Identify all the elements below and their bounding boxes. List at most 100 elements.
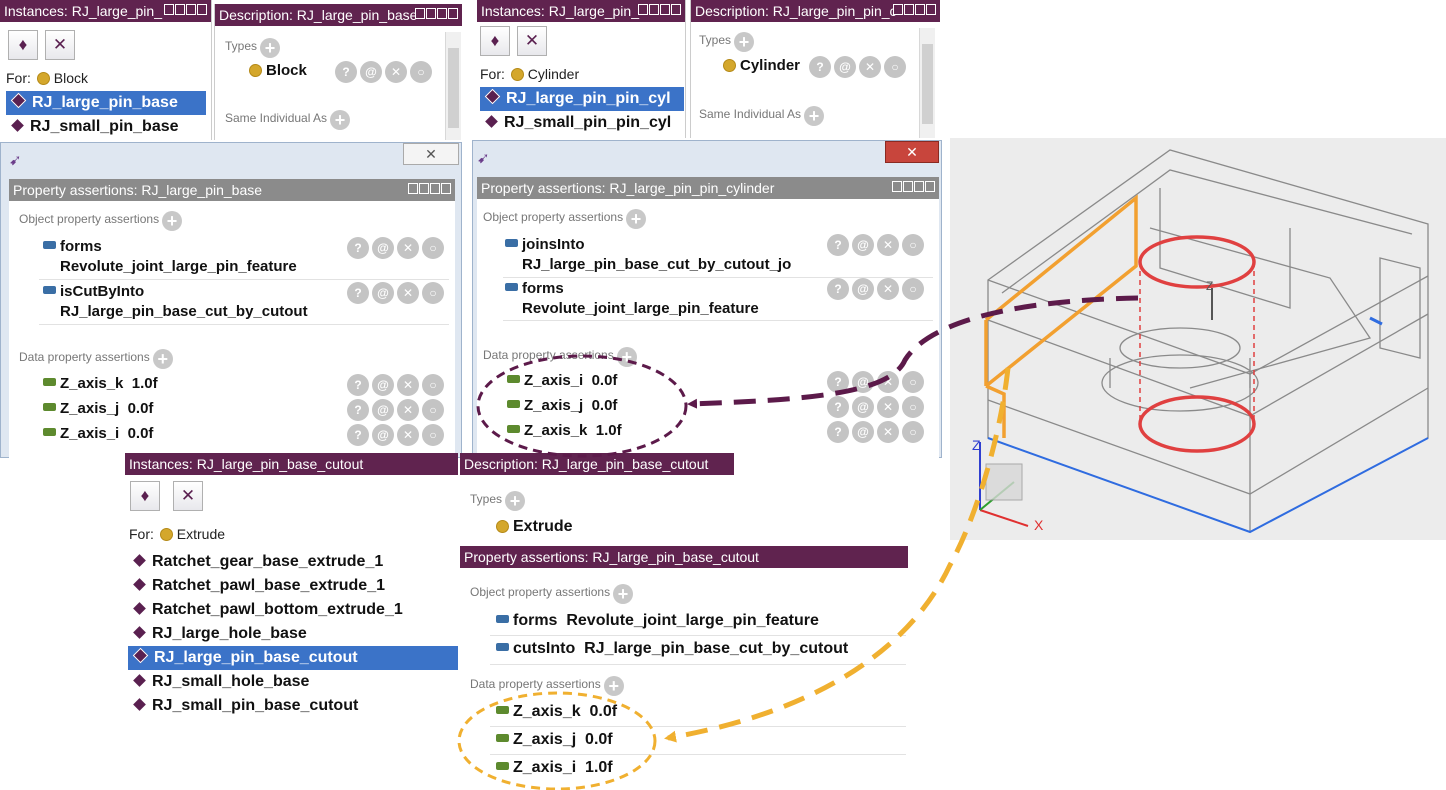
edit-icon[interactable]: ○ xyxy=(902,421,924,443)
maximize-icon[interactable] xyxy=(186,4,196,15)
minimize-icon[interactable] xyxy=(903,181,913,192)
maximize-icon[interactable] xyxy=(660,4,670,15)
annotate-icon[interactable]: @ xyxy=(372,424,394,446)
plus-icon[interactable]: + xyxy=(613,584,634,604)
list-item[interactable]: Ratchet_pawl_bottom_extrude_1 xyxy=(128,598,458,622)
list-item[interactable]: Ratchet_pawl_base_extrude_1 xyxy=(128,574,458,598)
plus-icon[interactable]: + xyxy=(162,211,183,231)
minimize-icon[interactable] xyxy=(649,4,659,15)
plus-icon[interactable]: + xyxy=(330,110,351,130)
delete-icon[interactable]: ✕ xyxy=(877,371,899,393)
edit-icon[interactable]: ○ xyxy=(422,399,444,421)
annotate-icon[interactable]: @ xyxy=(372,282,394,304)
restore-icon[interactable] xyxy=(893,4,903,15)
vertical-scrollbar[interactable] xyxy=(919,28,935,138)
scrollbar-thumb[interactable] xyxy=(922,44,933,124)
plus-icon[interactable]: + xyxy=(603,676,624,696)
annotate-icon[interactable]: @ xyxy=(360,61,382,83)
delete-individual-button[interactable]: ✕ xyxy=(173,481,203,511)
data-prop-row[interactable]: Z_axis_k 1.0f xyxy=(43,375,158,392)
annotate-icon[interactable]: @ xyxy=(372,237,394,259)
close-icon[interactable] xyxy=(197,4,207,15)
object-prop-row[interactable]: forms Revolute_joint_large_pin_feature xyxy=(505,279,759,319)
list-item[interactable]: RJ_large_hole_base xyxy=(128,622,458,646)
annotate-icon[interactable]: @ xyxy=(852,396,874,418)
delete-icon[interactable]: ✕ xyxy=(397,237,419,259)
close-icon[interactable] xyxy=(926,4,936,15)
list-item[interactable]: RJ_small_pin_base_cutout xyxy=(128,694,458,718)
explain-icon[interactable]: ? xyxy=(827,396,849,418)
minimize-icon[interactable] xyxy=(904,4,914,15)
delete-icon[interactable]: ✕ xyxy=(877,278,899,300)
list-item[interactable]: RJ_small_pin_base xyxy=(6,115,206,139)
list-item[interactable]: RJ_large_pin_base_cutout xyxy=(128,646,458,670)
data-prop-row[interactable]: Z_axis_j 0.0f xyxy=(496,731,613,749)
restore-icon[interactable] xyxy=(892,181,902,192)
data-prop-row[interactable]: Z_axis_i 0.0f xyxy=(43,425,153,442)
explain-icon[interactable]: ? xyxy=(347,399,369,421)
scrollbar-thumb[interactable] xyxy=(448,48,459,128)
delete-icon[interactable]: ✕ xyxy=(859,56,881,78)
annotate-icon[interactable]: @ xyxy=(852,371,874,393)
edit-icon[interactable]: ○ xyxy=(902,396,924,418)
edit-icon[interactable]: ○ xyxy=(902,278,924,300)
window-close-button[interactable]: ✕ xyxy=(885,141,939,163)
explain-icon[interactable]: ? xyxy=(827,278,849,300)
explain-icon[interactable]: ? xyxy=(347,282,369,304)
object-prop-row[interactable]: forms Revolute_joint_large_pin_feature xyxy=(43,237,297,277)
maximize-icon[interactable] xyxy=(914,181,924,192)
edit-icon[interactable]: ○ xyxy=(902,371,924,393)
explain-icon[interactable]: ? xyxy=(335,61,357,83)
add-individual-button[interactable]: ♦ xyxy=(8,30,38,60)
object-prop-row[interactable]: joinsInto RJ_large_pin_base_cut_by_cutout… xyxy=(505,235,791,275)
plus-icon[interactable]: + xyxy=(505,491,526,511)
list-item[interactable]: RJ_large_pin_pin_cyl xyxy=(480,87,684,111)
object-prop-row[interactable]: cutsInto RJ_large_pin_base_cut_by_cutout xyxy=(496,640,848,658)
plus-icon[interactable]: + xyxy=(260,38,281,58)
close-icon[interactable] xyxy=(925,181,935,192)
restore-icon[interactable] xyxy=(638,4,648,15)
delete-icon[interactable]: ✕ xyxy=(397,399,419,421)
delete-icon[interactable]: ✕ xyxy=(877,421,899,443)
plus-icon[interactable]: + xyxy=(626,209,647,229)
close-icon[interactable] xyxy=(671,4,681,15)
annotate-icon[interactable]: @ xyxy=(834,56,856,78)
restore-icon[interactable] xyxy=(164,4,174,15)
object-prop-row[interactable]: forms Revolute_joint_large_pin_feature xyxy=(496,612,819,630)
plus-icon[interactable]: + xyxy=(804,106,825,126)
edit-icon[interactable]: ○ xyxy=(902,234,924,256)
annotate-icon[interactable]: @ xyxy=(372,374,394,396)
edit-icon[interactable]: ○ xyxy=(422,374,444,396)
close-icon[interactable] xyxy=(441,183,451,194)
list-item[interactable]: RJ_large_pin_base xyxy=(6,91,206,115)
delete-individual-button[interactable]: ✕ xyxy=(45,30,75,60)
edit-icon[interactable]: ○ xyxy=(422,424,444,446)
close-icon[interactable] xyxy=(448,8,458,19)
object-prop-row[interactable]: isCutByInto RJ_large_pin_base_cut_by_cuto… xyxy=(43,282,308,322)
list-item[interactable]: RJ_small_pin_pin_cyl xyxy=(480,111,684,135)
explain-icon[interactable]: ? xyxy=(809,56,831,78)
annotate-icon[interactable]: @ xyxy=(852,234,874,256)
explain-icon[interactable]: ? xyxy=(827,371,849,393)
restore-icon[interactable] xyxy=(415,8,425,19)
explain-icon[interactable]: ? xyxy=(347,424,369,446)
explain-icon[interactable]: ? xyxy=(347,374,369,396)
explain-icon[interactable]: ? xyxy=(827,234,849,256)
annotate-icon[interactable]: @ xyxy=(852,278,874,300)
add-individual-button[interactable]: ♦ xyxy=(480,26,510,56)
delete-icon[interactable]: ✕ xyxy=(397,282,419,304)
minimize-icon[interactable] xyxy=(419,183,429,194)
delete-icon[interactable]: ✕ xyxy=(397,374,419,396)
plus-icon[interactable]: + xyxy=(152,349,173,369)
annotate-icon[interactable]: @ xyxy=(372,399,394,421)
edit-icon[interactable]: ○ xyxy=(410,61,432,83)
cad-viewport[interactable]: Z Z X xyxy=(950,138,1446,540)
delete-individual-button[interactable]: ✕ xyxy=(517,26,547,56)
data-prop-row[interactable]: Z_axis_k 0.0f xyxy=(496,703,617,721)
delete-icon[interactable]: ✕ xyxy=(877,234,899,256)
add-individual-button[interactable]: ♦ xyxy=(130,481,160,511)
minimize-icon[interactable] xyxy=(426,8,436,19)
restore-icon[interactable] xyxy=(408,183,418,194)
delete-icon[interactable]: ✕ xyxy=(397,424,419,446)
annotate-icon[interactable]: @ xyxy=(852,421,874,443)
